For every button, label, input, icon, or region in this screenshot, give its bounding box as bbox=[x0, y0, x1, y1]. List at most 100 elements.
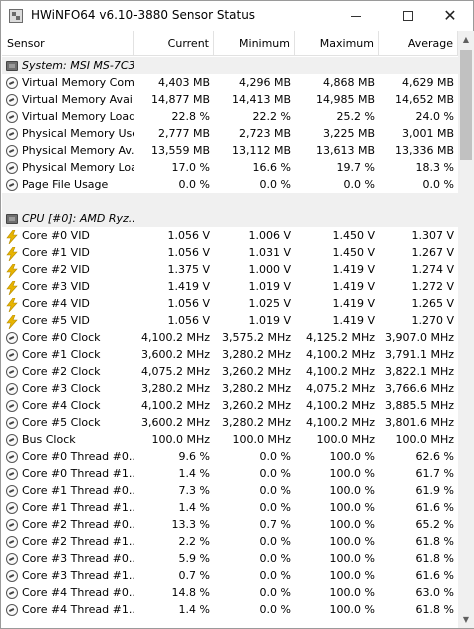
sensor-group-row[interactable]: System: MSI MS-7C37 bbox=[2, 57, 458, 74]
maximum-value: 0.0 % bbox=[343, 178, 375, 191]
gauge-icon bbox=[6, 178, 18, 191]
scrollbar-thumb[interactable] bbox=[460, 50, 472, 160]
table-row[interactable]: Virtual Memory Avai... 14,877 MB 14,413 MB… bbox=[2, 91, 458, 108]
column-header-sensor[interactable]: Sensor bbox=[2, 31, 134, 56]
sensor-name-cell: Core #3 Clock bbox=[2, 380, 134, 397]
table-row[interactable]: Core #4 Clock 4,100.2 MHz 3,260.2 MHz 4,100… bbox=[2, 397, 458, 414]
table-row[interactable]: Physical Memory Load 17.0 % 16.6 % 19.7 % 18… bbox=[2, 159, 458, 176]
current-value bbox=[134, 57, 214, 74]
sensor-name-cell: Core #3 VID bbox=[2, 278, 134, 295]
table-row[interactable]: Core #3 VID 1.419 V 1.019 V 1.419 V 1.272 V bbox=[2, 278, 458, 295]
current-value: 14.8 % bbox=[171, 586, 210, 599]
sensor-name-cell: Core #4 Clock bbox=[2, 397, 134, 414]
current-value: 1.4 % bbox=[178, 603, 210, 616]
gauge-icon bbox=[6, 161, 18, 174]
gauge-icon bbox=[6, 433, 18, 446]
sensor-label: Core #0 Thread #1... bbox=[22, 467, 134, 480]
table-row[interactable]: Core #2 Thread #0... 13.3 % 0.7 % 100.0 % 65… bbox=[2, 516, 458, 533]
bolt-icon bbox=[6, 297, 18, 312]
maximum-value: 100.0 % bbox=[329, 501, 375, 514]
column-header-minimum[interactable]: Minimum bbox=[214, 31, 295, 56]
sensor-label: Core #4 Thread #1... bbox=[22, 603, 134, 616]
current-value: 3,280.2 MHz bbox=[140, 382, 210, 395]
current-value: 7.3 % bbox=[178, 484, 210, 497]
sensor-name-cell: Page File Usage bbox=[2, 176, 134, 193]
table-row[interactable]: Core #3 Thread #0... 5.9 % 0.0 % 100.0 % 61.… bbox=[2, 550, 458, 567]
sensor-label: Core #1 VID bbox=[22, 246, 90, 259]
minimum-value: 0.0 % bbox=[259, 569, 291, 582]
app-icon bbox=[9, 9, 23, 23]
minimize-button[interactable] bbox=[333, 1, 379, 31]
table-row[interactable]: Core #2 VID 1.375 V 1.000 V 1.419 V 1.274 V bbox=[2, 261, 458, 278]
table-row[interactable]: Core #4 VID 1.056 V 1.025 V 1.419 V 1.265 V bbox=[2, 295, 458, 312]
table-row[interactable]: Core #1 VID 1.056 V 1.031 V 1.450 V 1.267 V bbox=[2, 244, 458, 261]
sensor-name-cell: Virtual Memory Com... bbox=[2, 74, 134, 91]
bolt-icon bbox=[6, 229, 18, 244]
column-header-current[interactable]: Current bbox=[134, 31, 214, 56]
sensor-label: Core #0 Clock bbox=[22, 331, 101, 344]
table-row[interactable]: Virtual Memory Com... 4,403 MB 4,296 MB 4,8… bbox=[2, 74, 458, 91]
scroll-up-arrow-icon[interactable]: ▲ bbox=[458, 31, 474, 48]
sensor-label: Core #2 Thread #1... bbox=[22, 535, 134, 548]
maximum-value: 100.0 % bbox=[329, 518, 375, 531]
gauge-icon bbox=[6, 127, 18, 140]
sensor-group-row[interactable]: CPU [#0]: AMD Ryz... bbox=[2, 210, 458, 227]
table-row[interactable]: Core #4 Thread #0... 14.8 % 0.0 % 100.0 % 63… bbox=[2, 584, 458, 601]
maximum-value: 4,125.2 MHz bbox=[305, 331, 375, 344]
table-row[interactable]: Virtual Memory Load 22.8 % 22.2 % 25.2 % 24.… bbox=[2, 108, 458, 125]
table-row[interactable]: Physical Memory Used 2,777 MB 2,723 MB 3,22… bbox=[2, 125, 458, 142]
column-header-average[interactable]: Average bbox=[379, 31, 458, 56]
chip-icon bbox=[6, 213, 18, 224]
gauge-icon bbox=[6, 365, 18, 378]
table-row[interactable]: Core #5 Clock 3,600.2 MHz 3,280.2 MHz 4,100… bbox=[2, 414, 458, 431]
table-row[interactable]: Core #3 Clock 3,280.2 MHz 3,280.2 MHz 4,075… bbox=[2, 380, 458, 397]
current-value: 4,100.2 MHz bbox=[140, 399, 210, 412]
table-row[interactable]: Core #0 Thread #0... 9.6 % 0.0 % 100.0 % 62.… bbox=[2, 448, 458, 465]
table-row[interactable]: Core #0 Clock 4,100.2 MHz 3,575.2 MHz 4,125… bbox=[2, 329, 458, 346]
current-value: 17.0 % bbox=[171, 161, 210, 174]
sensor-label: Core #5 Clock bbox=[22, 416, 101, 429]
minimize-icon bbox=[351, 15, 361, 17]
sensor-name-cell: Virtual Memory Avai... bbox=[2, 91, 134, 108]
current-value: 1.056 V bbox=[167, 314, 210, 327]
current-value: 22.8 % bbox=[171, 110, 210, 123]
sensor-table: Sensor Current Minimum Maximum Average S… bbox=[2, 31, 474, 628]
maximum-value: 1.450 V bbox=[332, 229, 375, 242]
bolt-icon bbox=[6, 280, 18, 295]
table-row[interactable]: Core #3 Thread #1... 0.7 % 0.0 % 100.0 % 61.… bbox=[2, 567, 458, 584]
table-row[interactable]: Core #1 Thread #0... 7.3 % 0.0 % 100.0 % 61.… bbox=[2, 482, 458, 499]
close-button[interactable]: ✕ bbox=[427, 1, 473, 31]
maximize-button[interactable] bbox=[385, 1, 431, 31]
sensor-name-cell: Core #3 Thread #0... bbox=[2, 550, 134, 567]
table-row[interactable]: Core #4 Thread #1... 1.4 % 0.0 % 100.0 % 61.… bbox=[2, 601, 458, 618]
vertical-scrollbar[interactable]: ▲ ▼ bbox=[458, 31, 474, 628]
table-row[interactable]: Physical Memory Av... 13,559 MB 13,112 MB 1… bbox=[2, 142, 458, 159]
minimum-value: 22.2 % bbox=[252, 110, 291, 123]
sensor-name-cell: Core #2 Thread #0... bbox=[2, 516, 134, 533]
column-header-maximum[interactable]: Maximum bbox=[295, 31, 379, 56]
table-row[interactable]: Core #1 Thread #1... 1.4 % 0.0 % 100.0 % 61.… bbox=[2, 499, 458, 516]
table-row[interactable]: Core #1 Clock 3,600.2 MHz 3,280.2 MHz 4,100… bbox=[2, 346, 458, 363]
table-row[interactable]: Core #0 Thread #1... 1.4 % 0.0 % 100.0 % 61.… bbox=[2, 465, 458, 482]
maximum-value: 14,985 MB bbox=[315, 93, 375, 106]
maximum-value: 100.0 % bbox=[329, 586, 375, 599]
current-value: 1.056 V bbox=[167, 297, 210, 310]
minimum-value: 1.025 V bbox=[248, 297, 291, 310]
minimum-value: 3,280.2 MHz bbox=[221, 348, 291, 361]
maximum-value: 4,100.2 MHz bbox=[305, 399, 375, 412]
table-row[interactable]: Core #0 VID 1.056 V 1.006 V 1.450 V 1.307 V bbox=[2, 227, 458, 244]
table-row[interactable]: Core #5 VID 1.056 V 1.019 V 1.419 V 1.270 V bbox=[2, 312, 458, 329]
current-value: 1.4 % bbox=[178, 501, 210, 514]
table-row[interactable]: Core #2 Thread #1... 2.2 % 0.0 % 100.0 % 61.… bbox=[2, 533, 458, 550]
sensor-name-cell: Core #1 Thread #1... bbox=[2, 499, 134, 516]
table-row[interactable]: Page File Usage 0.0 % 0.0 % 0.0 % 0.0 % bbox=[2, 176, 458, 193]
gauge-icon bbox=[6, 569, 18, 582]
title-bar[interactable]: HWiNFO64 v6.10-3880 Sensor Status ✕ bbox=[1, 1, 473, 31]
table-row[interactable]: Core #2 Clock 4,075.2 MHz 3,260.2 MHz 4,100… bbox=[2, 363, 458, 380]
average-value: 1.265 V bbox=[411, 297, 454, 310]
current-value: 5.9 % bbox=[178, 552, 210, 565]
table-row[interactable]: Bus Clock 100.0 MHz 100.0 MHz 100.0 MHz 100.… bbox=[2, 431, 458, 448]
scroll-down-arrow-icon[interactable]: ▼ bbox=[458, 611, 474, 628]
sensor-name-cell: Core #1 Clock bbox=[2, 346, 134, 363]
minimum-value: 1.006 V bbox=[248, 229, 291, 242]
